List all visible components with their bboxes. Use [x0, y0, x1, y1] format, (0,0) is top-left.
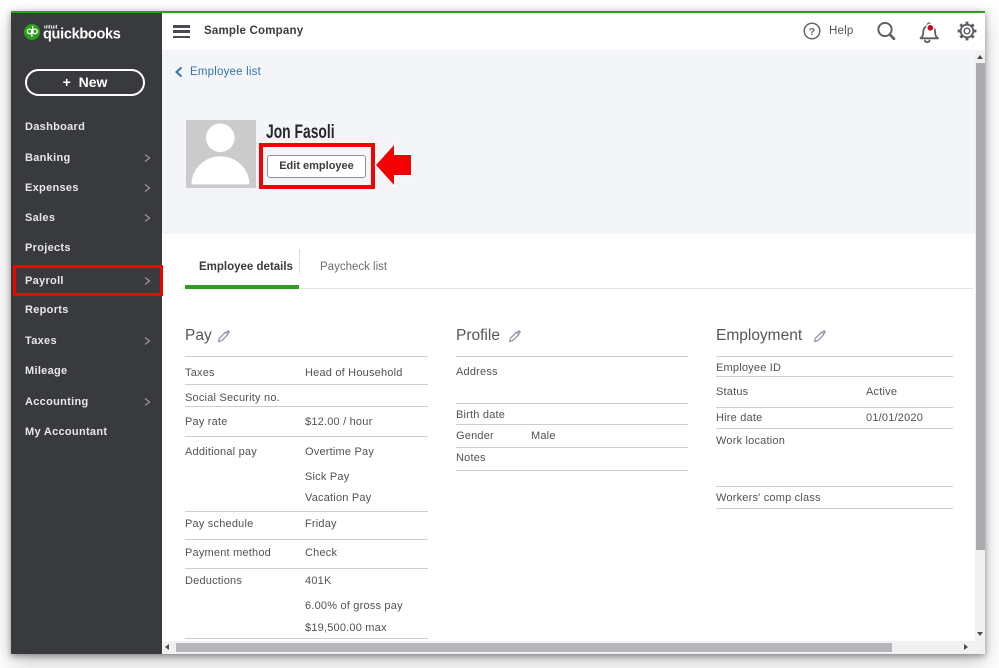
svg-text:quickbooks: quickbooks	[43, 27, 121, 43]
svg-text:?: ?	[809, 26, 815, 38]
